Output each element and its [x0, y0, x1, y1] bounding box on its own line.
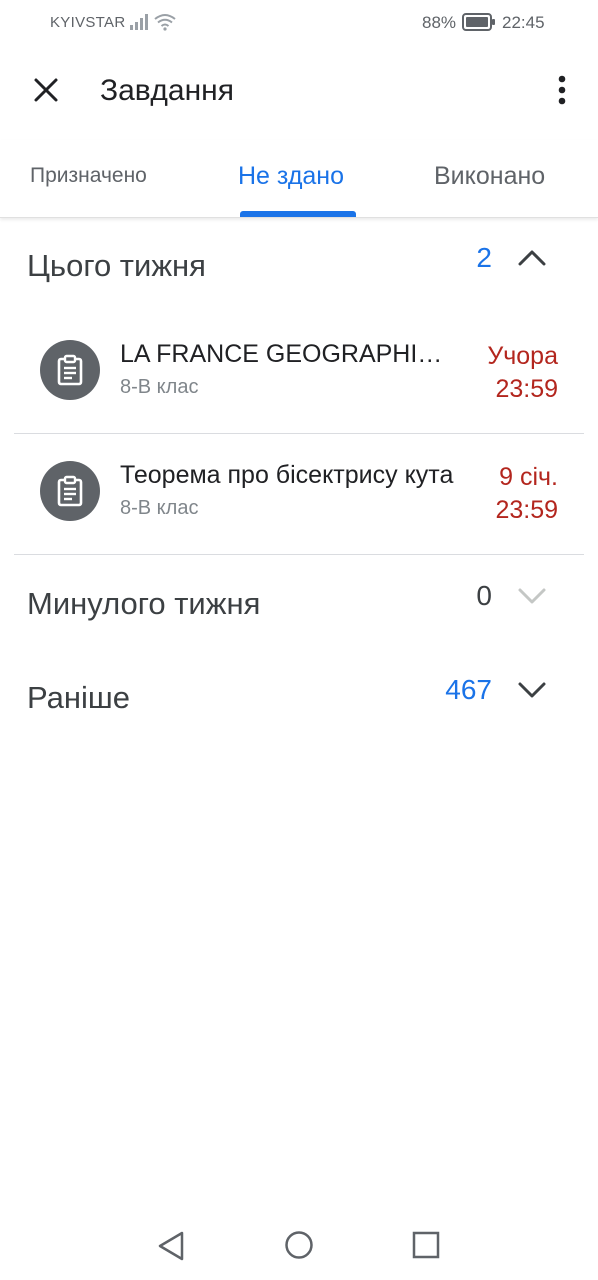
section-header-this-week[interactable]: Цього тижня 2	[0, 236, 598, 296]
due-time: 23:59	[495, 496, 558, 524]
more-vert-icon	[558, 75, 566, 105]
clock: 22:45	[502, 13, 545, 32]
battery-percent: 88%	[422, 13, 457, 32]
section-title: Цього тижня	[27, 248, 206, 283]
assignment-icon	[40, 461, 100, 521]
tab-done[interactable]: Виконано	[434, 162, 545, 191]
divider	[14, 554, 584, 555]
app-bar: Завдання	[0, 46, 598, 140]
close-icon	[34, 78, 58, 102]
tab-assigned[interactable]: Призначено	[30, 164, 147, 188]
tab-bar: Призначено Не здано Виконано	[0, 140, 598, 218]
back-triangle-icon[interactable]	[156, 1230, 186, 1262]
carrier-name: KYIVSTAR	[50, 14, 126, 31]
section-count: 467	[445, 674, 492, 705]
due-date: Учора 23:59	[487, 340, 558, 406]
class-name: 8-В клас	[120, 376, 199, 398]
list-item[interactable]: LA FRANCE GEOGRAPHIQUE 8-В клас Учора 23…	[0, 314, 598, 434]
divider	[14, 433, 584, 434]
class-name: 8-В клас	[120, 497, 199, 519]
wifi-icon	[154, 14, 176, 31]
section-header-earlier[interactable]: Раніше 467	[0, 668, 598, 728]
assignment-title: LA FRANCE GEOGRAPHIQUE	[120, 340, 460, 368]
home-circle-icon[interactable]	[284, 1230, 314, 1260]
chevron-down-icon[interactable]	[514, 672, 550, 708]
active-tab-indicator	[240, 211, 356, 217]
section-title: Раніше	[27, 680, 131, 715]
chevron-down-icon[interactable]	[514, 578, 550, 614]
assignment-title: Теорема про бісектрису кута	[120, 461, 454, 489]
section-header-last-week[interactable]: Минулого тижня 0	[0, 574, 598, 634]
section-count: 0	[476, 580, 492, 611]
due-day: 9 січ.	[499, 463, 558, 491]
more-options-button[interactable]	[540, 68, 584, 112]
battery-icon	[462, 13, 495, 31]
section-title: Минулого тижня	[27, 586, 261, 621]
tab-not-submitted[interactable]: Не здано	[238, 162, 344, 191]
page-title: Завдання	[100, 74, 234, 107]
recents-square-icon[interactable]	[412, 1231, 440, 1259]
signal-icon	[130, 14, 148, 30]
section-count: 2	[476, 242, 492, 273]
system-nav-bar	[0, 1210, 598, 1280]
chevron-up-icon[interactable]	[514, 240, 550, 276]
due-day: Учора	[487, 342, 558, 370]
due-time: 23:59	[495, 375, 558, 403]
assignment-icon	[40, 340, 100, 400]
due-date: 9 січ. 23:59	[495, 461, 558, 527]
close-button[interactable]	[24, 68, 68, 112]
list-item[interactable]: Теорема про бісектрису кута 8-В клас 9 с…	[0, 435, 598, 555]
status-bar: KYIVSTAR 88% 22:45	[0, 0, 598, 46]
